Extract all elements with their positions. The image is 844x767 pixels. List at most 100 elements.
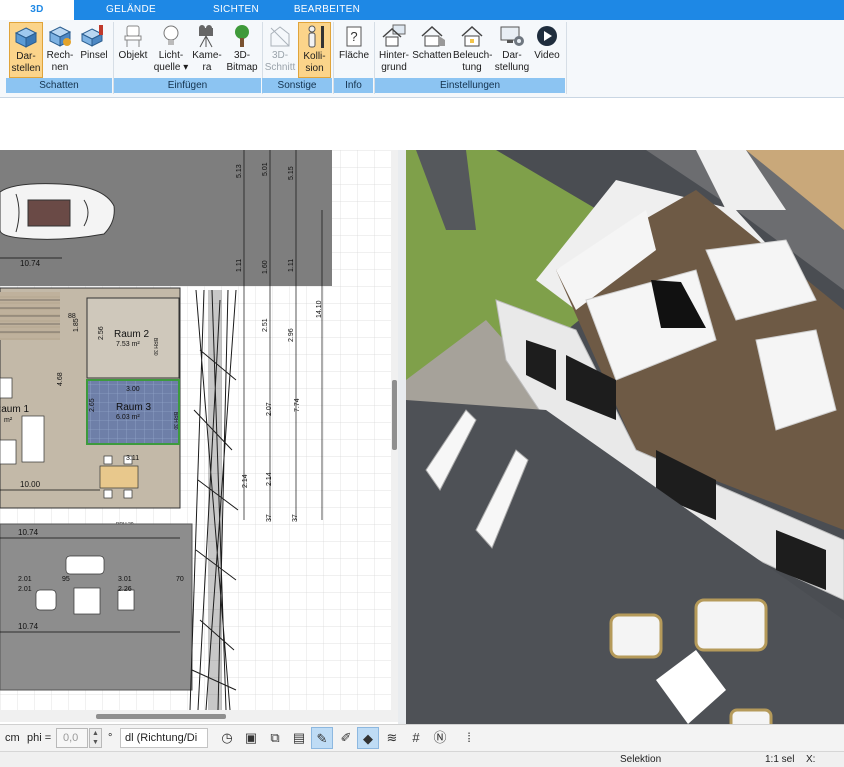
room-2-name: Raum 2 [114, 329, 149, 340]
hedge-fill [208, 290, 222, 710]
phi-label: phi = [27, 732, 52, 744]
kamera-label-1: Kame- [192, 50, 222, 61]
objekt-button[interactable]: Objekt [116, 22, 150, 78]
house-light-icon [461, 25, 483, 47]
tab-3d[interactable]: 3D [0, 0, 74, 20]
dim-2-14b: 2.14 [266, 472, 273, 486]
dim-bottom-width: 10.74 [18, 622, 39, 631]
group-einfuegen: Einfügen [114, 78, 261, 93]
3d-schnitt-button[interactable]: 3D- Schnitt [264, 22, 296, 78]
monitor-icon[interactable]: ▣ [240, 727, 262, 749]
group-info: Info [334, 78, 373, 93]
dim-1-11a: 1.11 [236, 259, 243, 272]
kollision-button[interactable]: Kolli- sion [298, 22, 331, 78]
view-splitter[interactable] [398, 150, 406, 724]
svg-text:?: ? [350, 29, 357, 44]
schatten-button[interactable]: Schatten [412, 22, 452, 78]
status-coordinate: X: [806, 754, 816, 765]
surface-icon[interactable]: ◆ [357, 727, 379, 749]
dim-7-74: 7.74 [294, 398, 301, 412]
darstellung-label-2: stellung [494, 62, 530, 73]
darstellung-label-1: Dar- [502, 50, 522, 61]
dim-3-01: 3.01 [118, 576, 132, 583]
tab-bearbeiten[interactable]: BEARBEITEN [288, 0, 366, 20]
chair-icon [124, 25, 142, 47]
tab-sichten[interactable]: SICHTEN [200, 0, 272, 20]
lichtquelle-button[interactable]: Licht- quelle ▾ [152, 22, 190, 78]
dim-88: 88 [68, 313, 76, 320]
dim-5-15: 5.15 [288, 166, 295, 180]
dim-70: 70 [176, 576, 184, 583]
north-icon[interactable]: Ⓝ [429, 727, 451, 749]
floor-plan-view[interactable]: 10.74 5.13 5.01 5.15 1.11 1.60 1.11 14.1… [0, 150, 398, 710]
dim-1-11b: 1.11 [288, 259, 295, 272]
3d-view[interactable] [406, 150, 844, 724]
plan-vertical-scrollbar[interactable] [391, 150, 398, 710]
hintergrund-button[interactable]: Hinter- grund [377, 22, 411, 78]
plan-horizontal-scroll-thumb[interactable] [96, 714, 226, 719]
hintergrund-label-1: Hinter- [378, 50, 409, 61]
mode-select[interactable]: dl (Richtung/Di [120, 728, 208, 748]
dim-5-13: 5.13 [236, 164, 243, 178]
darstellen-label-2: stellen [11, 63, 41, 74]
dim-37a: 37 [266, 514, 273, 522]
pencil-select-icon[interactable]: ✎ [311, 727, 333, 749]
dim-terrace-width: 10.74 [18, 528, 39, 537]
dim-1-60: 1.60 [262, 260, 269, 274]
3d-schnitt-label-2: Schnitt [264, 62, 296, 73]
objekt-label: Objekt [118, 50, 148, 61]
bottom-toolbar: cm phi = ▲▼ ° dl (Richtung/Di ◷ ▣ ⧉ ▤ ✎ … [0, 724, 844, 751]
layers-icon[interactable]: ⧉ [264, 727, 286, 749]
dim-house-width: 10.00 [20, 480, 41, 489]
dim-2-14a: 2.14 [242, 474, 249, 488]
video-button[interactable]: Video [532, 22, 562, 78]
plan-vertical-scroll-thumb[interactable] [392, 380, 397, 450]
house-background-icon [382, 24, 406, 47]
wall-label-2: BRH 30 [172, 412, 178, 430]
camera-icon [199, 25, 213, 48]
stack-icon[interactable]: ≋ [381, 727, 403, 749]
room-2-area-value: 7.53 m² [116, 341, 140, 348]
tree-icon [235, 25, 249, 47]
grid-icon[interactable]: # [405, 727, 427, 749]
lightbulb-icon [163, 25, 179, 45]
dim-1-85: 1.85 [73, 318, 80, 332]
wall-label-1: BRH 30 [152, 338, 158, 356]
status-bar: Selektion 1:1 sel X: [0, 751, 844, 767]
beleuchtung-button[interactable]: Beleuch- tung [453, 22, 492, 78]
rechnen-label-1: Rech- [46, 50, 74, 61]
rechnen-button[interactable]: Rech- nen [45, 22, 75, 78]
dim-14-10: 14.10 [316, 300, 323, 318]
group-schatten: Schatten [6, 78, 112, 93]
3d-scene[interactable] [406, 150, 844, 724]
pinsel-label: Pinsel [80, 50, 108, 61]
cube-icon [14, 27, 38, 48]
phi-stepper[interactable]: ▲ ▼ [89, 728, 102, 748]
paint-bucket-icon[interactable]: ▤ [288, 727, 310, 749]
pinsel-button[interactable]: Pinsel [78, 22, 110, 78]
3d-bitmap-label-2: Bitmap [226, 62, 258, 73]
floor-plan-canvas[interactable]: 10.74 5.13 5.01 5.15 1.11 1.60 1.11 14.1… [0, 150, 398, 710]
rechnen-label-2: nen [51, 62, 69, 73]
clock-icon[interactable]: ◷ [216, 727, 238, 749]
phi-input[interactable] [56, 728, 88, 748]
group-einstellungen: Einstellungen [375, 78, 565, 93]
flaeche-button[interactable]: ? Fläche [337, 22, 371, 78]
app-window: 3D GELÄNDE SICHTEN BEARBEITEN Dar- stell… [0, 0, 844, 767]
tab-gelaende[interactable]: GELÄNDE [96, 0, 166, 20]
kamera-button[interactable]: Kame- ra [191, 22, 223, 78]
house-shadow-icon [421, 25, 445, 47]
status-scale: 1:1 sel [765, 754, 795, 765]
room-1-name: Raum 1 [0, 404, 29, 415]
3d-bitmap-button[interactable]: 3D- Bitmap [224, 22, 260, 78]
double-pencil-icon[interactable]: ✐ [335, 727, 357, 749]
dim-2-65: 2.65 [89, 398, 96, 412]
plan-horizontal-scrollbar[interactable] [0, 710, 398, 722]
darstellung-button[interactable]: Dar- stellung [493, 22, 531, 78]
beleuchtung-label-2: tung [462, 62, 482, 73]
more-icon[interactable]: ⁞ [458, 727, 480, 749]
monitor-settings-icon [500, 26, 524, 46]
darstellen-button[interactable]: Dar- stellen [9, 22, 43, 78]
dim-2-01-b: 2.01 [18, 586, 32, 593]
video-label: Video [534, 50, 560, 61]
